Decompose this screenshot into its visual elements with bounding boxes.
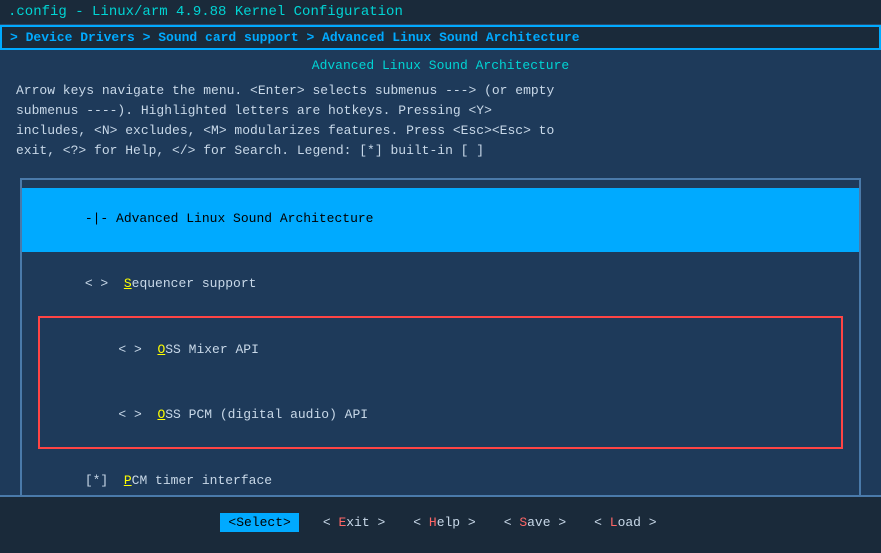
- menu-container: -|- Advanced Linux Sound Architecture < …: [20, 178, 861, 495]
- selector-icon: < >: [118, 342, 157, 357]
- load-button[interactable]: < Load >: [590, 513, 660, 532]
- save-button[interactable]: < Save >: [500, 513, 570, 532]
- select-button[interactable]: <Select>: [220, 513, 298, 532]
- hotkey-letter: S: [124, 276, 132, 291]
- menu-header[interactable]: -|- Advanced Linux Sound Architecture: [22, 188, 859, 252]
- main-area: Advanced Linux Sound Architecture Arrow …: [0, 50, 881, 495]
- bottom-bar: <Select> < Exit > < Help > < Save > < Lo…: [0, 495, 881, 547]
- exit-button[interactable]: < Exit >: [319, 513, 389, 532]
- list-item[interactable]: < > Sequencer support: [22, 252, 859, 316]
- menu-header-label: Advanced Linux Sound Architecture: [116, 211, 373, 226]
- title-text: .config - Linux/arm 4.9.88 Kernel Config…: [8, 4, 403, 20]
- help-button[interactable]: < Help >: [409, 513, 479, 532]
- help-text: Arrow keys navigate the menu. <Enter> se…: [0, 77, 881, 174]
- breadcrumb-text: > Device Drivers > Sound card support > …: [10, 30, 580, 45]
- load-hotkey: L: [610, 515, 618, 530]
- selector-icon: [*]: [85, 473, 124, 488]
- breadcrumb: > Device Drivers > Sound card support > …: [0, 25, 881, 50]
- selector-icon: < >: [85, 276, 124, 291]
- save-hotkey: S: [519, 515, 527, 530]
- page-subtitle: Advanced Linux Sound Architecture: [0, 50, 881, 77]
- menu-header-prefix: -|-: [85, 211, 116, 226]
- list-item[interactable]: < > OSS Mixer API: [40, 318, 841, 382]
- list-item[interactable]: < > OSS PCM (digital audio) API: [40, 383, 841, 447]
- red-border-group: < > OSS Mixer API < > OSS PCM (digital a…: [38, 316, 843, 449]
- list-item[interactable]: [*] PCM timer interface: [22, 449, 859, 495]
- title-bar: .config - Linux/arm 4.9.88 Kernel Config…: [0, 0, 881, 25]
- help-hotkey: H: [429, 515, 437, 530]
- hotkey-letter: P: [124, 473, 132, 488]
- select-label: <Select>: [228, 515, 290, 530]
- selector-icon: < >: [118, 407, 157, 422]
